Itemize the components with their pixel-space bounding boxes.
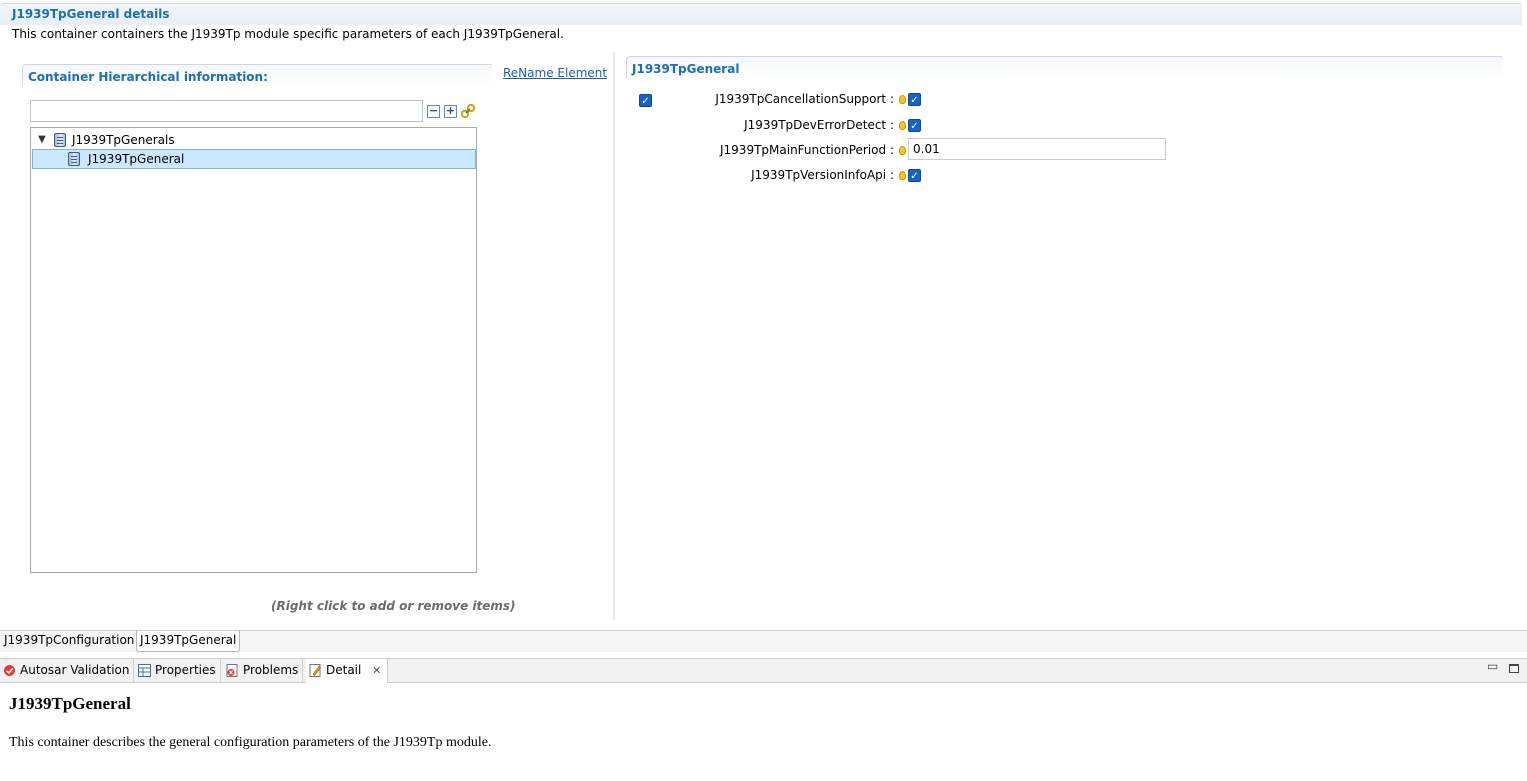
dev-error-detect-checkbox[interactable]: ✓ [908, 119, 921, 132]
param-label-main-function-period: J1939TpMainFunctionPeriod : [720, 143, 894, 157]
properties-icon [138, 664, 151, 677]
tree-item-label: J1939TpGenerals [72, 133, 175, 147]
validation-icon [4, 665, 15, 676]
chevron-down-icon[interactable]: ▼ [35, 130, 49, 150]
panel-splitter[interactable] [613, 52, 615, 620]
maximize-icon[interactable] [1509, 664, 1519, 673]
details-header-band [0, 3, 1522, 25]
problems-icon [226, 664, 238, 677]
collapse-all-icon[interactable]: − [427, 105, 440, 118]
hierarchy-section-title: Container Hierarchical information: [28, 70, 268, 84]
tab-autosar-validation[interactable]: Autosar Validation [0, 659, 135, 683]
version-info-api-checkbox[interactable]: ✓ [908, 169, 921, 182]
tree-item-j1939tpgeneral[interactable]: J1939TpGeneral [32, 149, 476, 169]
tab-detail[interactable]: Detail ✕ [306, 659, 389, 683]
close-icon[interactable]: ✕ [372, 659, 381, 682]
tab-label: Problems [243, 663, 299, 677]
details-description: This container containers the J1939Tp mo… [12, 27, 564, 41]
tree-hint-text: (Right click to add or remove items) [271, 599, 516, 613]
tab-label: Detail [326, 663, 362, 677]
lightbulb-icon[interactable] [899, 171, 906, 180]
container-icon [54, 133, 66, 147]
param-label-version-info-api: J1939TpVersionInfoApi : [751, 168, 894, 182]
general-section-header [626, 56, 1502, 78]
main-function-period-input[interactable] [908, 138, 1166, 160]
cancellation-support-checkbox[interactable]: ✓ [908, 93, 921, 106]
container-tree[interactable]: ▼ J1939TpGenerals J1939TpGeneral [30, 127, 477, 573]
tree-filter-input[interactable] [30, 100, 423, 122]
lightbulb-icon[interactable] [899, 121, 906, 130]
lightbulb-icon[interactable] [899, 146, 906, 155]
select-all-checkbox[interactable]: ✓ [639, 94, 652, 107]
tab-j1939tpgeneral[interactable]: J1939TpGeneral [136, 631, 241, 652]
container-icon [68, 152, 80, 166]
details-title: J1939TpGeneral details [12, 7, 170, 21]
param-label-dev-error-detect: J1939TpDevErrorDetect : [744, 118, 894, 132]
detail-heading: J1939TpGeneral [9, 694, 131, 713]
general-section-title: J1939TpGeneral [632, 62, 740, 76]
detail-icon [309, 664, 321, 677]
detail-description: This container describes the general con… [9, 735, 492, 750]
tree-item-j1939tpgenerals[interactable]: ▼ J1939TpGenerals [33, 130, 473, 150]
lightbulb-icon[interactable] [899, 95, 906, 104]
link-with-editor-icon[interactable] [460, 103, 476, 119]
expand-all-icon[interactable]: + [444, 105, 457, 118]
minimize-icon[interactable]: ▭ [1487, 659, 1498, 673]
param-label-cancellation-support: J1939TpCancellationSupport : [715, 92, 894, 106]
tab-properties[interactable]: Properties [135, 659, 221, 683]
tree-item-label: J1939TpGeneral [88, 152, 185, 166]
tab-label: Properties [155, 663, 216, 677]
tab-j1939tpconfiguration[interactable]: J1939TpConfiguration [1, 631, 137, 652]
rename-element-link[interactable]: ReName Element [503, 66, 607, 80]
tab-label: Autosar Validation [20, 663, 130, 677]
tab-problems[interactable]: Problems [223, 659, 304, 683]
